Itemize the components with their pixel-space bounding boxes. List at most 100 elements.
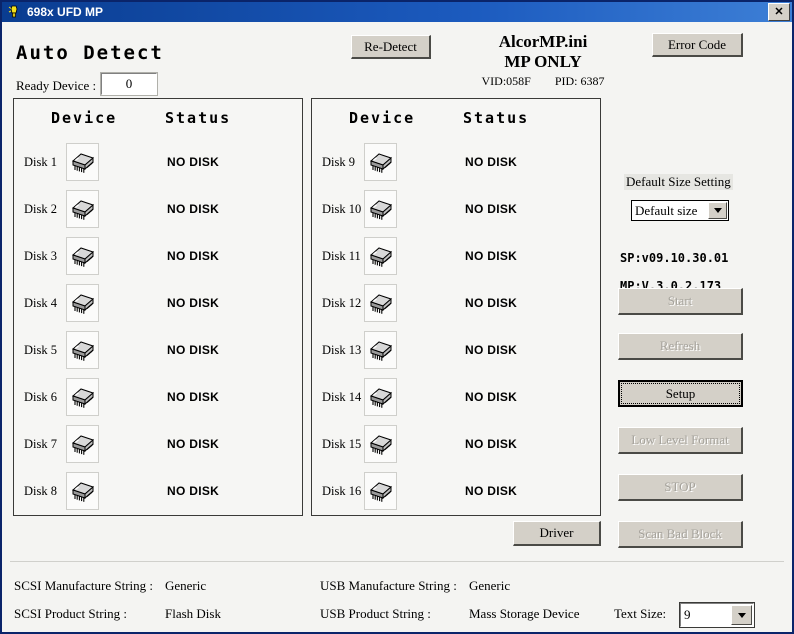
low-level-format-button: Low Level Format [618, 427, 743, 454]
button-label: Refresh [660, 338, 700, 354]
usb-manufacture-label: USB Manufacture String : [320, 578, 457, 594]
stop-button: STOP [618, 474, 743, 501]
chevron-down-icon[interactable] [731, 605, 752, 625]
chip-icon[interactable] [66, 472, 99, 510]
error-code-button[interactable]: Error Code [652, 33, 743, 57]
disk-label: Disk 6 [24, 390, 57, 405]
disk-label: Disk 1 [24, 155, 57, 170]
button-label: Scan Bad Block [638, 526, 722, 542]
default-size-setting-label: Default Size Setting [624, 174, 733, 190]
application-window: 698x UFD MP ✕ Auto Detect Ready Device :… [0, 0, 794, 634]
right-status-column-header: Status [463, 109, 529, 127]
setup-button[interactable]: Setup [618, 380, 743, 407]
disk-row: Disk 6 NO DISK [14, 374, 302, 420]
disk-label: Disk 13 [322, 343, 361, 358]
chip-icon[interactable] [364, 378, 397, 416]
disk-status: NO DISK [465, 390, 517, 404]
disk-row: Disk 15NO DISK [312, 421, 600, 467]
disk-label: Disk 5 [24, 343, 57, 358]
usb-manufacture-value: Generic [469, 578, 510, 594]
disk-label: Disk 8 [24, 484, 57, 499]
disk-row: Disk 12 NO DISK [312, 280, 600, 326]
disk-row: Disk 9 NO DISK [312, 139, 600, 185]
disk-row: Disk 3NO DISK [14, 233, 302, 279]
disk-status: NO DISK [465, 155, 517, 169]
scsi-product-label: SCSI Product String : [14, 606, 127, 622]
ini-file-name: AlcorMP.ini [443, 32, 643, 52]
title-bar[interactable]: 698x UFD MP ✕ [2, 2, 792, 22]
scsi-manufacture-label: SCSI Manufacture String : [14, 578, 153, 594]
usb-product-value: Mass Storage Device [469, 606, 579, 622]
disk-row: Disk 11NO DISK [312, 233, 600, 279]
disk-label: Disk 9 [322, 155, 355, 170]
disk-status: NO DISK [465, 296, 517, 310]
disk-status: NO DISK [465, 249, 517, 263]
disk-label: Disk 15 [322, 437, 361, 452]
disk-label: Disk 3 [24, 249, 57, 264]
disk-status: NO DISK [167, 390, 219, 404]
ready-device-value[interactable]: 0 [101, 73, 157, 95]
button-label: STOP [664, 479, 696, 495]
disk-row: Disk 7 NO DISK [14, 421, 302, 467]
chip-icon[interactable] [66, 237, 99, 275]
chip-icon[interactable] [364, 143, 397, 181]
button-label: Setup [666, 386, 696, 402]
left-device-panel: Device Status Disk 1NO DISKDisk 2NO DISK… [13, 98, 303, 516]
window-title: 698x UFD MP [27, 5, 768, 19]
chip-icon[interactable] [66, 378, 99, 416]
button-label: Start [668, 293, 693, 309]
disk-status: NO DISK [167, 343, 219, 357]
disk-label: Disk 4 [24, 296, 57, 311]
chip-icon[interactable] [364, 284, 397, 322]
disk-label: Disk 14 [322, 390, 361, 405]
page-title: Auto Detect [16, 42, 164, 64]
chevron-down-icon[interactable] [708, 202, 727, 219]
ready-device-label: Ready Device : [16, 78, 96, 94]
chip-icon[interactable] [66, 331, 99, 369]
chip-icon[interactable] [66, 190, 99, 228]
driver-button[interactable]: Driver [513, 521, 601, 546]
text-size-value: 9 [681, 607, 730, 623]
chip-icon[interactable] [364, 425, 397, 463]
text-size-select[interactable]: 9 [680, 603, 754, 627]
disk-status: NO DISK [167, 202, 219, 216]
close-icon[interactable]: ✕ [768, 3, 790, 21]
disk-status: NO DISK [465, 343, 517, 357]
disk-row: Disk 16NO DISK [312, 468, 600, 514]
disk-row: Disk 10 NO DISK [312, 186, 600, 232]
sp-version: SP:v09.10.30.01 [620, 251, 728, 265]
re-detect-button[interactable]: Re-Detect [351, 35, 431, 59]
disk-row: Disk 1NO DISK [14, 139, 302, 185]
disk-status: NO DISK [167, 437, 219, 451]
disk-status: NO DISK [167, 296, 219, 310]
scsi-manufacture-value: Generic [165, 578, 206, 594]
default-size-select[interactable]: Default size [631, 200, 729, 221]
chip-icon[interactable] [364, 237, 397, 275]
disk-label: Disk 12 [322, 296, 361, 311]
refresh-button: Refresh [618, 333, 743, 360]
scan-bad-block-button: Scan Bad Block [618, 521, 743, 548]
disk-status: NO DISK [167, 484, 219, 498]
chip-icon[interactable] [66, 284, 99, 322]
disk-row: Disk 14 NO DISK [312, 374, 600, 420]
chip-icon[interactable] [364, 190, 397, 228]
footer-divider [10, 561, 784, 562]
disk-row: Disk 4 NO DISK [14, 280, 302, 326]
disk-label: Disk 10 [322, 202, 361, 217]
chip-icon[interactable] [364, 472, 397, 510]
left-device-column-header: Device [51, 109, 117, 127]
disk-status: NO DISK [465, 202, 517, 216]
ini-title: AlcorMP.ini MP ONLY [443, 32, 643, 72]
right-device-panel: Device Status Disk 9NO DISKDisk 10NO DIS… [311, 98, 601, 516]
text-size-label: Text Size: [614, 606, 666, 622]
scsi-product-value: Flash Disk [165, 606, 221, 622]
chip-icon[interactable] [364, 331, 397, 369]
bulb-icon [6, 5, 22, 20]
vid-label: VID:058F [481, 74, 530, 89]
chip-icon[interactable] [66, 143, 99, 181]
chip-icon[interactable] [66, 425, 99, 463]
disk-row: Disk 2NO DISK [14, 186, 302, 232]
default-size-value: Default size [632, 203, 707, 219]
start-button: Start [618, 288, 743, 315]
disk-label: Disk 7 [24, 437, 57, 452]
